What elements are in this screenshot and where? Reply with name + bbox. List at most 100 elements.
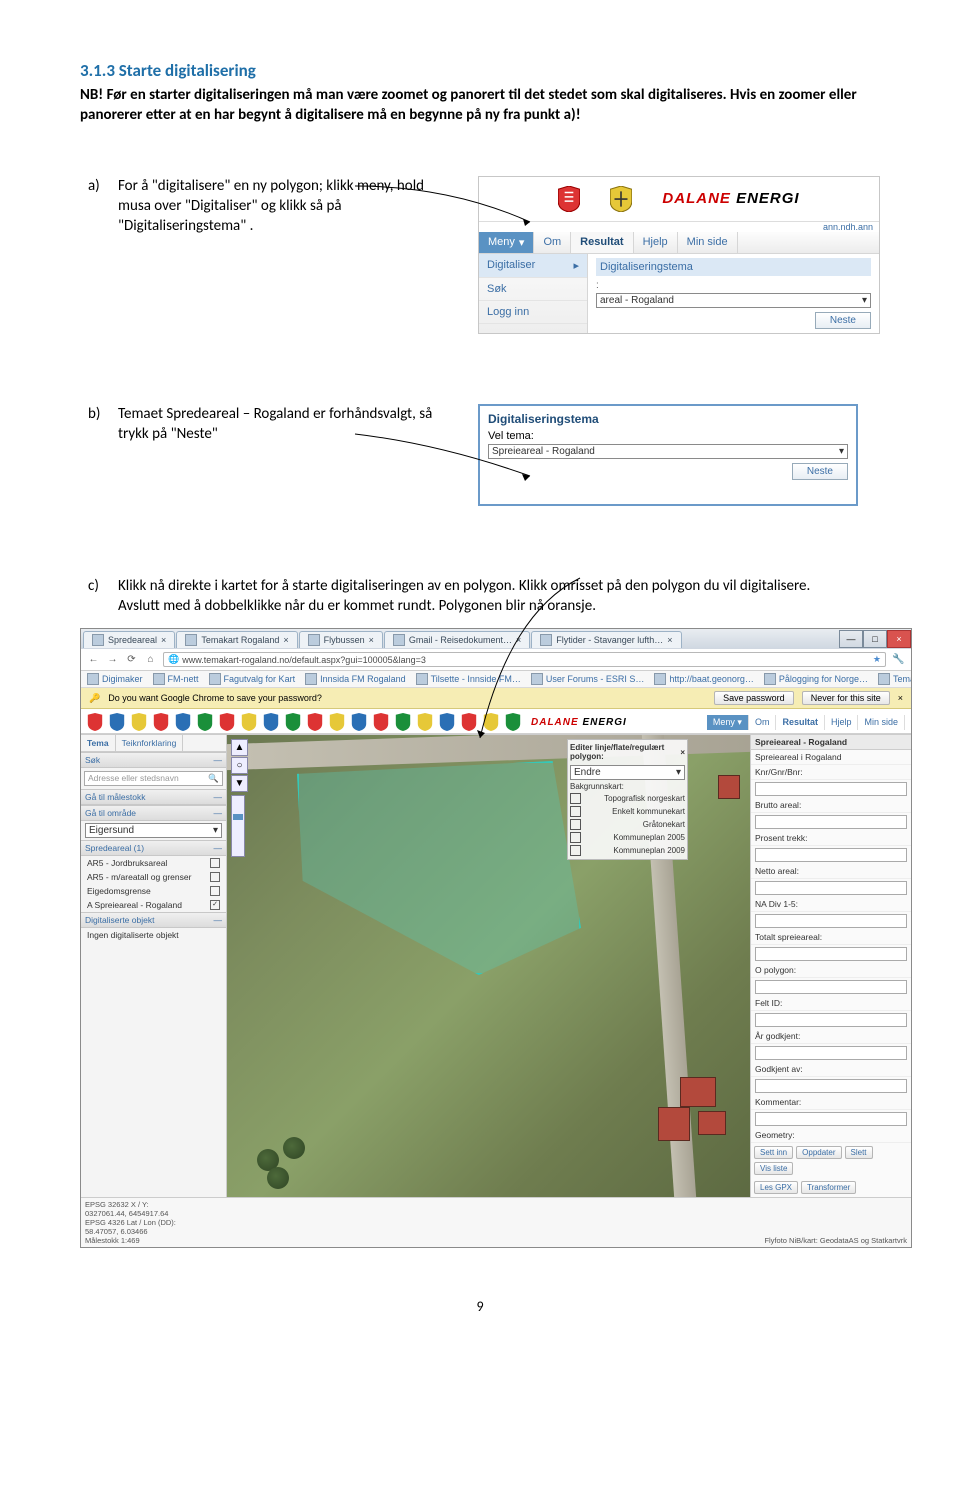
bookmark-item[interactable]: Temakart Rogaland [878,673,911,685]
pan-down-icon[interactable]: ▼ [231,775,248,792]
menu-button[interactable]: Meny ▾ [707,715,749,730]
left-tab-legend[interactable]: Teiknforklaring [116,735,184,751]
bookmark-item[interactable]: Innsida FM Rogaland [305,673,406,685]
bg-row[interactable]: Gråtonekart [570,818,685,831]
theme-select[interactable]: areal - Rogaland▾ [596,293,871,308]
bookmark-item[interactable]: User Forums - ESRI S… [531,673,645,685]
menu-item-digitaliser[interactable]: Digitaliser▸ [479,254,587,278]
spredeareal-header[interactable]: Spredeareal (1)— [81,840,226,856]
minimize-button[interactable]: — [839,630,863,648]
tab-resultat[interactable]: Resultat [571,232,633,253]
bookmark-item[interactable]: Digimaker [87,673,143,685]
chevron-down-icon: ▾ [519,236,525,249]
delete-button[interactable]: Slett [845,1146,873,1159]
layer-row[interactable]: AR5 - m/areatall og grenser [81,870,226,884]
theme-select[interactable]: Spreieareal - Rogaland▾ [488,444,848,459]
tab-om[interactable]: Om [749,715,777,730]
field-input[interactable] [755,1079,907,1093]
field-input[interactable] [755,881,907,895]
menu-item-sok[interactable]: Søk [479,278,587,301]
sok-header: Søk— [81,752,226,768]
layer-row[interactable]: A Spreieareal - Rogaland✓ [81,898,226,912]
browser-tabbar: Spredeareal× Temakart Rogaland× Flybusse… [81,629,911,649]
close-icon[interactable]: × [161,635,166,645]
close-icon[interactable]: × [680,748,685,757]
bookmark-star-icon[interactable]: ★ [873,654,881,665]
bg-row[interactable]: Kommuneplan 2005 [570,831,685,844]
gpx-button[interactable]: Les GPX [754,1181,798,1194]
bookmark-item[interactable]: FM-nett [153,673,199,685]
field-input[interactable] [755,1046,907,1060]
field-input[interactable] [755,848,907,862]
layer-row[interactable]: AR5 - Jordbruksareal [81,856,226,870]
update-button[interactable]: Oppdater [796,1146,841,1159]
browser-tab[interactable]: Temakart Rogaland× [176,631,297,648]
back-icon[interactable]: ← [87,653,100,666]
tab-hjelp[interactable]: Hjelp [634,232,678,253]
bookmark-item[interactable]: Pålogging for Norge… [764,673,868,685]
close-button[interactable]: × [887,630,911,648]
save-password-button[interactable]: Save password [714,691,794,705]
scale-value: Målestokk 1:469 [85,1236,176,1245]
reload-icon[interactable]: ⟳ [125,653,138,666]
never-password-button[interactable]: Never for this site [802,691,890,705]
left-tab-tema[interactable]: Tema [81,735,116,751]
shield-icon [241,713,257,731]
bg-row[interactable]: Kommuneplan 2009 [570,844,685,857]
field-input[interactable] [755,947,907,961]
field-input[interactable] [755,782,907,796]
insert-button[interactable]: Sett inn [754,1146,793,1159]
layer-row[interactable]: Eigedomsgrense [81,884,226,898]
map-controls[interactable]: ▲ ○ ▼ [231,739,248,857]
bookmark-item[interactable]: Tilsette - Innside FM… [416,673,521,685]
menu-item-logginn[interactable]: Logg inn [479,301,587,324]
field-input[interactable] [755,1112,907,1126]
tab-minside[interactable]: Min side [858,715,905,730]
tab-resultat[interactable]: Resultat [776,715,825,730]
close-icon[interactable]: × [369,635,374,645]
area-header[interactable]: Gå til område— [81,805,226,821]
shield-icon [395,713,411,731]
transform-button[interactable]: Transformer [801,1181,856,1194]
field-input[interactable] [755,815,907,829]
menu-item-digitaliseringstema[interactable]: Digitaliseringstema [596,258,871,276]
showlist-button[interactable]: Vis liste [754,1162,793,1175]
infobar-text: Do you want Google Chrome to save your p… [108,693,322,703]
close-icon[interactable]: × [516,635,521,645]
close-icon[interactable]: × [898,693,903,703]
menu-button[interactable]: Meny ▾ [479,232,534,253]
search-input[interactable]: Adresse eller stedsnavn🔍 [84,771,223,786]
tab-hjelp[interactable]: Hjelp [825,715,859,730]
tab-om[interactable]: Om [534,232,571,253]
scale-header[interactable]: Gå til målestokk— [81,789,226,805]
wrench-icon[interactable]: 🔧 [892,653,905,666]
browser-tab[interactable]: Gmail - Reisedokument…× [384,631,530,648]
shield-icon [610,186,632,212]
field-input[interactable] [755,1013,907,1027]
browser-tab[interactable]: Flybussen× [299,631,383,648]
area-select[interactable]: Eigersund▾ [85,823,222,838]
result-panel: Spreieareal - Rogaland Spreieareal i Rog… [750,735,911,1197]
map-canvas[interactable]: ▲ ○ ▼ Editer linje/flate/regulært polygo… [227,735,750,1197]
field-input[interactable] [755,980,907,994]
browser-tab[interactable]: Flytider - Stavanger lufth…× [531,631,681,648]
close-icon[interactable]: × [283,635,288,645]
forward-icon[interactable]: → [106,653,119,666]
neste-button[interactable]: Neste [792,463,848,480]
close-icon[interactable]: × [667,635,672,645]
tab-minside[interactable]: Min side [678,232,738,253]
bg-row[interactable]: Enkelt kommunekart [570,805,685,818]
browser-tab[interactable]: Spredeareal× [83,631,175,648]
pan-up-icon[interactable]: ▲ [231,739,248,756]
field-input[interactable] [755,914,907,928]
globe-icon[interactable]: ○ [231,757,248,774]
home-icon[interactable]: ⌂ [144,653,157,666]
neste-button[interactable]: Neste [815,312,871,329]
url-input[interactable]: 🌐 www.temakart-rogaland.no/default.aspx?… [163,652,886,667]
bookmark-item[interactable]: http://baat.geonorg… [654,673,754,685]
bookmark-item[interactable]: Fagutvalg for Kart [209,673,296,685]
bg-row[interactable]: Topografisk norgeskart [570,792,685,805]
action-select[interactable]: Endre▾ [570,765,685,780]
zoom-slider[interactable] [231,795,245,857]
maximize-button[interactable]: □ [863,630,887,648]
